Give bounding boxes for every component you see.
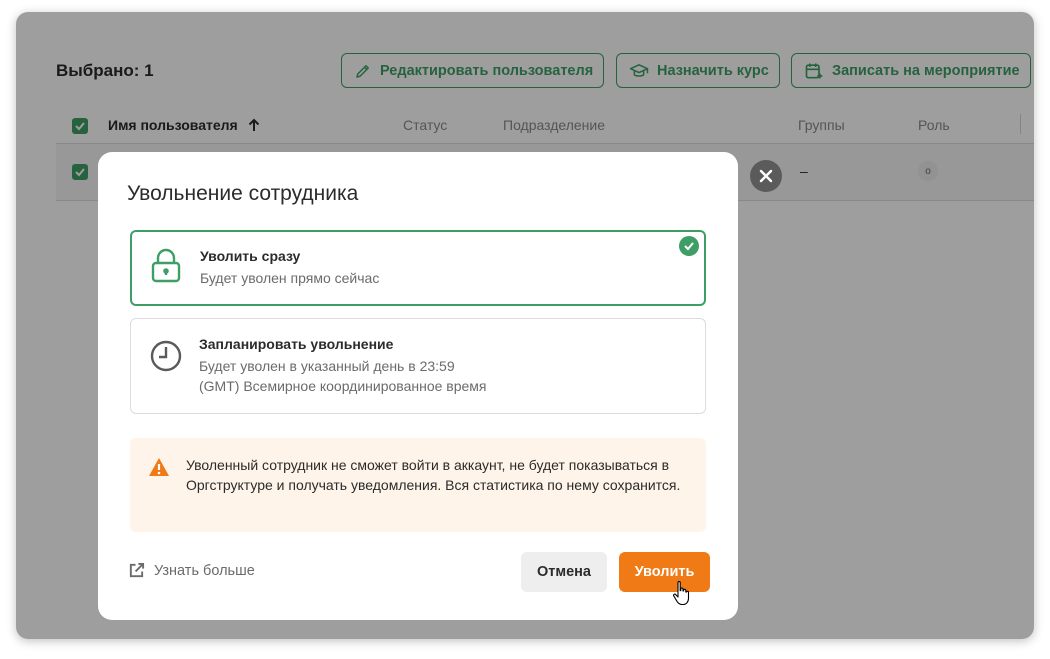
- checkmark-icon: [684, 242, 694, 251]
- lock-icon: [151, 248, 181, 283]
- close-icon: [759, 169, 773, 183]
- dismiss-employee-dialog: Увольнение сотрудника Уволить сразу Буде…: [98, 152, 738, 620]
- close-modal-button[interactable]: [750, 160, 782, 192]
- option-description-line2: (GMT) Всемирное координированное время: [199, 378, 487, 394]
- external-link-icon: [129, 562, 145, 578]
- option-title: Запланировать увольнение: [199, 336, 394, 352]
- learn-more-link[interactable]: Узнать больше: [128, 562, 255, 579]
- warning-triangle-icon: [149, 458, 169, 476]
- clock-icon: [150, 340, 182, 372]
- cancel-button[interactable]: Отмена: [521, 552, 607, 592]
- option-schedule-dismissal[interactable]: Запланировать увольнение Будет уволен в …: [130, 318, 706, 414]
- warning-text: Уволенный сотрудник не сможет войти в ак…: [186, 457, 681, 493]
- option-description-line1: Будет уволен в указанный день в 23:59: [199, 358, 455, 374]
- warning-notice: Уволенный сотрудник не сможет войти в ак…: [130, 438, 706, 532]
- dialog-title: Увольнение сотрудника: [127, 182, 359, 205]
- option-description: Будет уволен прямо сейчас: [200, 270, 380, 286]
- app-window: Выбрано: 1 Редактировать пользователя На…: [16, 12, 1034, 639]
- learn-more-label: Узнать больше: [154, 562, 255, 579]
- hand-cursor-icon: [673, 581, 690, 606]
- option-title: Уволить сразу: [200, 248, 301, 264]
- selected-check-badge: [679, 236, 699, 256]
- dismiss-button[interactable]: Уволить: [619, 552, 710, 592]
- option-dismiss-now[interactable]: Уволить сразу Будет уволен прямо сейчас: [130, 230, 706, 306]
